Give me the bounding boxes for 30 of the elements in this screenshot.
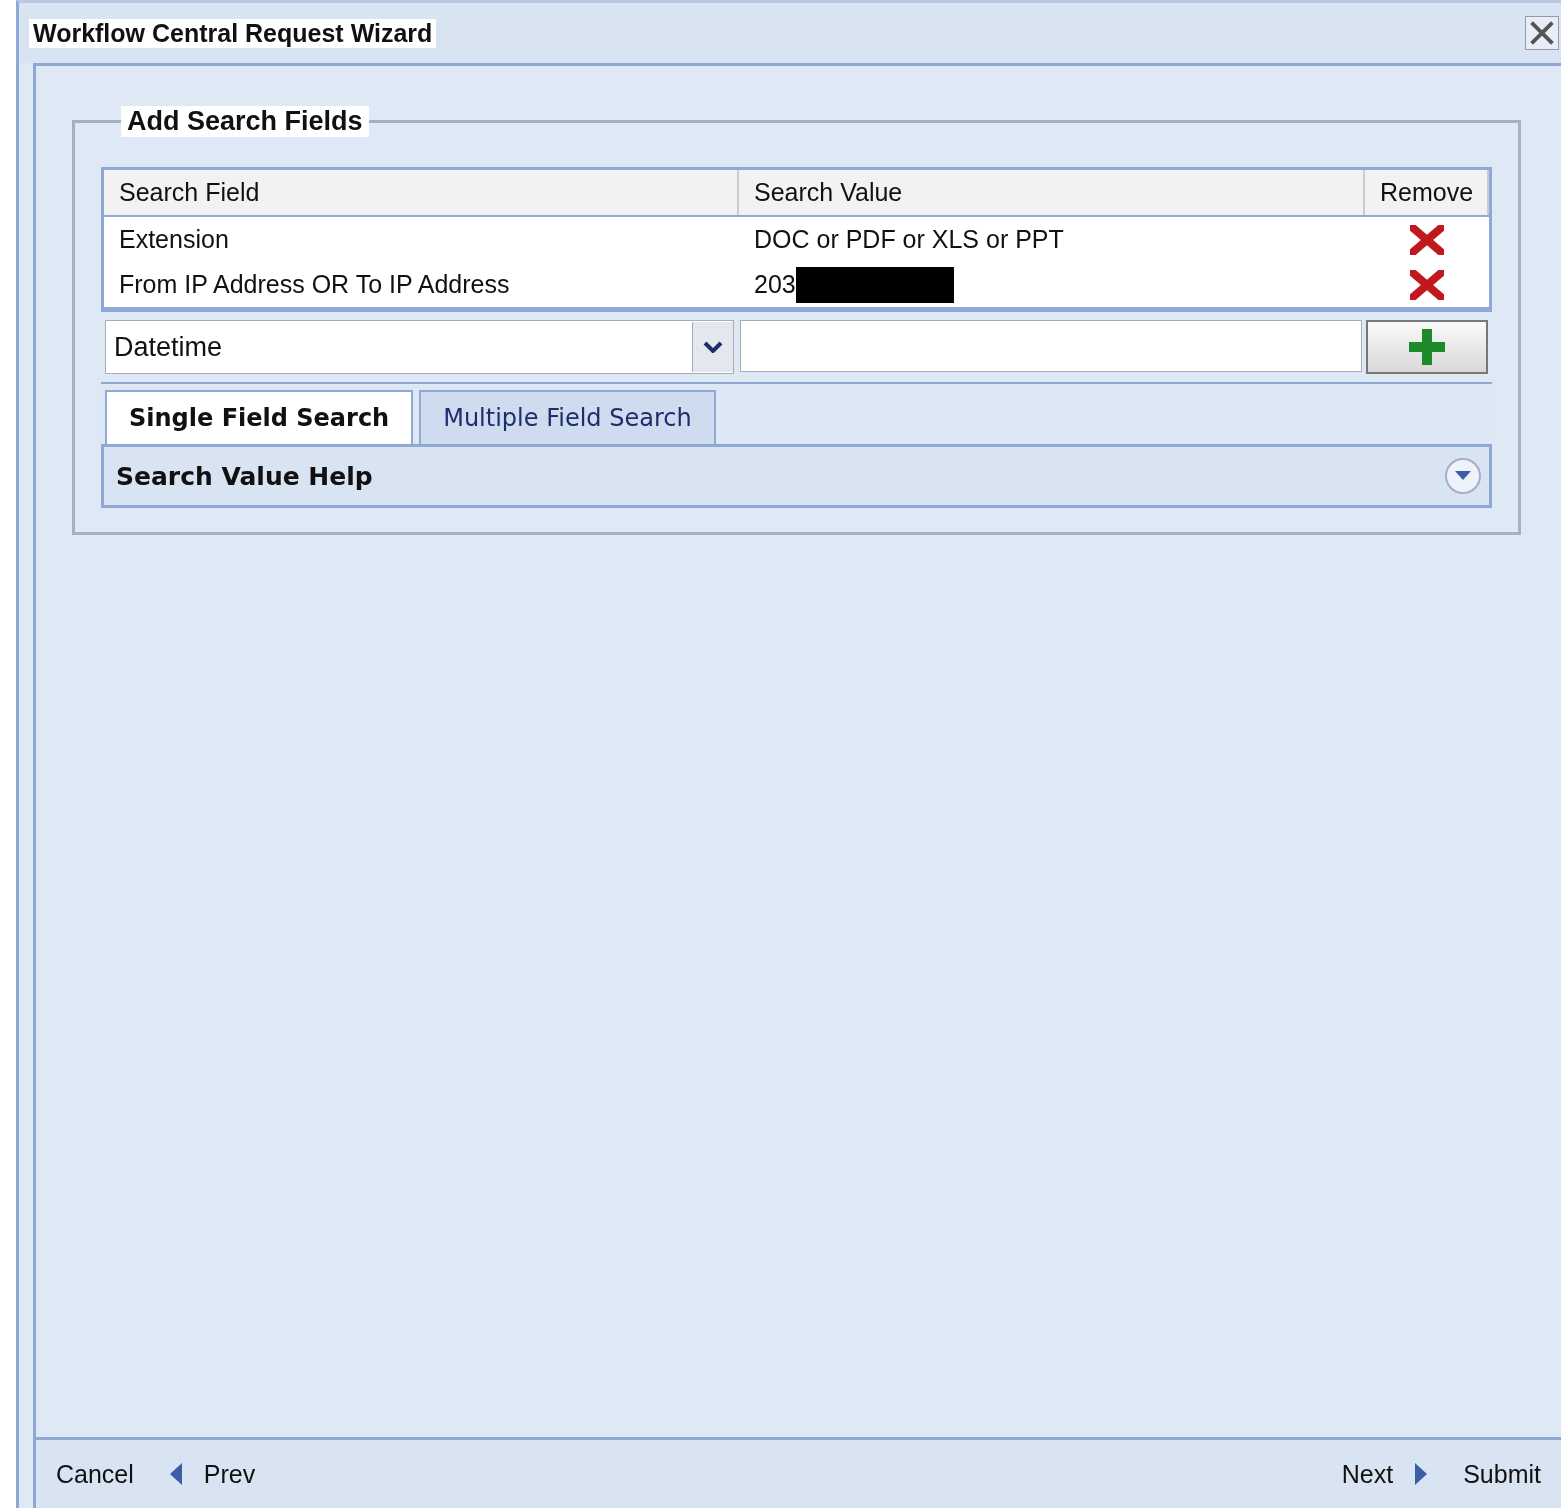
- forward-arrow-icon: [1415, 1463, 1428, 1485]
- footer-button[interactable]: Submit: [1463, 1459, 1541, 1489]
- table-cell: DOC or PDF or XLS or PPT: [754, 225, 1064, 254]
- field-dropdown[interactable]: Datetime: [105, 320, 734, 374]
- window-title: Workflow Central Request Wizard: [29, 18, 437, 48]
- close-icon: [1529, 20, 1555, 46]
- footer-button[interactable]: Next: [1341, 1459, 1428, 1489]
- table-cell-text: Extension: [118, 225, 230, 254]
- plus-icon: [1407, 327, 1447, 367]
- search-value-field[interactable]: [740, 320, 1362, 372]
- chevron-icon: [1454, 471, 1472, 481]
- tab[interactable]: Single Field Search: [105, 390, 414, 444]
- delete-icon[interactable]: [1410, 224, 1444, 255]
- tab[interactable]: Multiple Field Search: [419, 390, 716, 444]
- caret-icon: [703, 341, 723, 353]
- column-header: Remove: [1365, 170, 1489, 215]
- column-header: Search Field: [104, 170, 739, 215]
- footer-button[interactable]: Cancel: [56, 1459, 134, 1489]
- footer-button[interactable]: Prev: [169, 1459, 256, 1489]
- table-cell-text: From IP Address OR To IP Address: [118, 270, 511, 299]
- section-title: Add Search Fields: [121, 106, 369, 137]
- column-header: Search Value: [739, 170, 1365, 215]
- table-cell: 203: [754, 270, 796, 299]
- back-arrow-icon: [169, 1463, 182, 1485]
- help-panel-header[interactable]: Search Value Help: [101, 447, 1492, 508]
- close-button[interactable]: [1525, 16, 1559, 50]
- delete-icon[interactable]: [1410, 269, 1444, 300]
- expand-button[interactable]: [1445, 458, 1481, 494]
- panel-title: Search Value Help: [116, 461, 373, 491]
- add-button[interactable]: [1366, 320, 1488, 374]
